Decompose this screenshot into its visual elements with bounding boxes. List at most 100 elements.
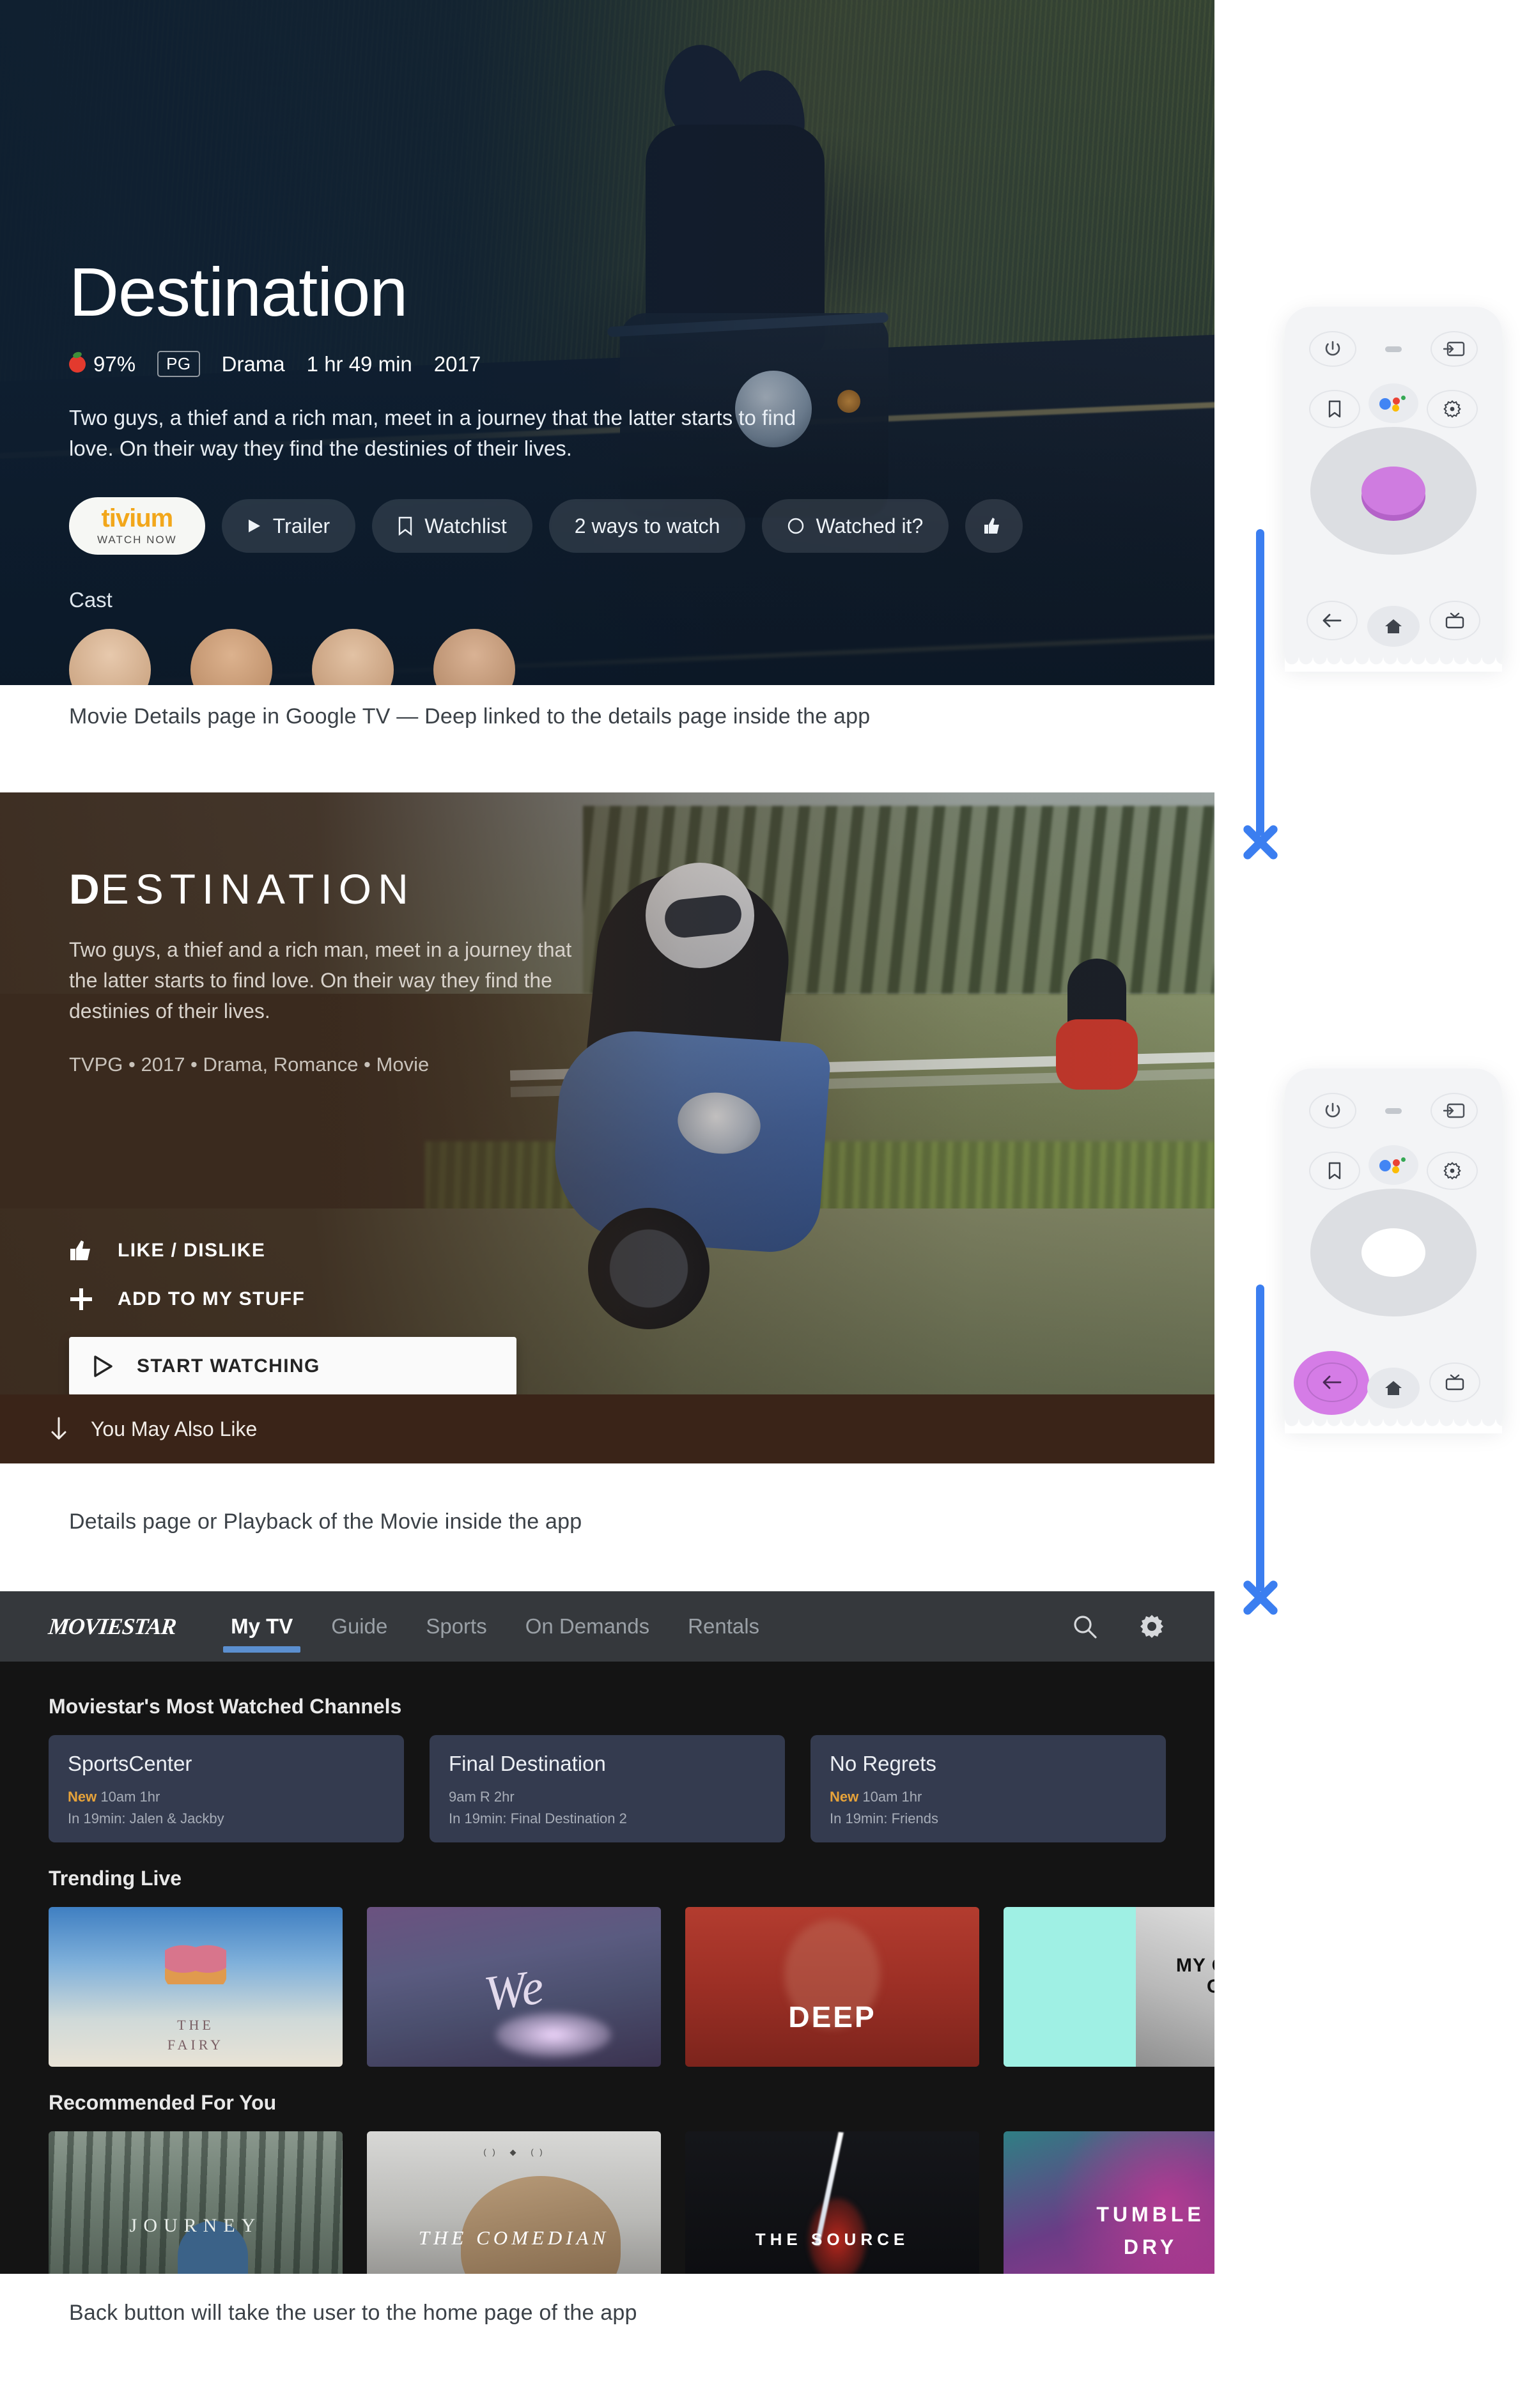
details-content: Destination 97% PG Drama 1 hr 49 min 201… <box>69 0 1023 685</box>
thumb-title: THE SOURCE <box>755 2230 910 2249</box>
avatar[interactable] <box>433 629 515 685</box>
tomato-icon <box>69 355 86 373</box>
avatar[interactable] <box>190 629 272 685</box>
cast-avatar-row <box>69 629 964 685</box>
ways-to-watch-button[interactable]: 2 ways to watch <box>548 499 746 553</box>
channel-time: 9am R 2hr <box>449 1789 515 1805</box>
tab-on-demands[interactable]: On Demands <box>506 1591 669 1662</box>
live-tv-icon[interactable] <box>1429 1362 1480 1402</box>
content-rating-badge: PG <box>157 351 200 378</box>
power-icon[interactable] <box>1309 1093 1356 1129</box>
recommended-thumb[interactable]: THE SOURCE <box>685 2131 979 2274</box>
google-tv-remote-top <box>1285 307 1502 672</box>
watch-now-button[interactable]: tivium WATCH NOW <box>69 497 205 555</box>
arrow-down-icon <box>49 1417 69 1441</box>
app-movie-title: DESTINATION <box>69 868 708 910</box>
tab-guide[interactable]: Guide <box>312 1591 407 1662</box>
remote-torn-edge <box>1285 658 1502 672</box>
bookmark-icon[interactable] <box>1309 390 1360 428</box>
channel-card[interactable]: Final Destination 9am R 2hr In 19min: Fi… <box>430 1735 785 1842</box>
google-tv-details-panel: Destination 97% PG Drama 1 hr 49 min 201… <box>0 0 1214 685</box>
thumb-title: We <box>481 1957 547 2022</box>
input-icon[interactable] <box>1431 1093 1478 1129</box>
navbar-icons <box>1071 1612 1166 1640</box>
plus-icon <box>69 1287 93 1311</box>
app-action-list: LIKE / DISLIKE ADD TO MY STUFF START WAT… <box>69 1240 529 1396</box>
watched-it-button[interactable]: Watched it? <box>762 499 949 553</box>
moviestar-app-panel: MOVIESTAR My TV Guide Sports On Demands … <box>0 1591 1214 2274</box>
input-icon[interactable] <box>1431 331 1478 367</box>
tab-sports[interactable]: Sports <box>407 1591 506 1662</box>
caption-panel-1: Movie Details page in Google TV — Deep l… <box>69 704 871 729</box>
trailer-button[interactable]: Trailer <box>221 499 356 553</box>
watchlist-button[interactable]: Watchlist <box>372 499 532 553</box>
thumb-title: JOURNEY <box>129 2215 262 2236</box>
home-icon[interactable] <box>1367 606 1420 647</box>
power-icon[interactable] <box>1309 331 1356 367</box>
channel-next: In 19min: Friends <box>830 1810 938 1827</box>
app-movie-description: Two guys, a thief and a rich man, meet i… <box>69 938 572 1023</box>
channel-card[interactable]: SportsCenter New 10am 1hr In 19min: Jale… <box>49 1735 404 1842</box>
tab-my-tv[interactable]: My TV <box>212 1591 312 1662</box>
gear-icon[interactable] <box>1427 1152 1478 1190</box>
new-badge: New <box>68 1789 97 1805</box>
trending-thumb[interactable]: MY CRAZY ONE <box>1004 1907 1214 2067</box>
google-tv-remote-bottom <box>1285 1069 1502 1433</box>
thumb-title: MY CRAZY ONE <box>1176 1955 1214 1997</box>
you-may-also-like-bar[interactable]: You May Also Like <box>0 1394 1214 1463</box>
trending-thumb[interactable]: We <box>367 1907 661 2067</box>
assistant-icon[interactable] <box>1369 383 1418 423</box>
app-movie-meta: TVPG • 2017 • Drama, Romance • Movie <box>69 1053 430 1076</box>
add-to-my-stuff-button[interactable]: ADD TO MY STUFF <box>69 1287 529 1311</box>
tab-rentals[interactable]: Rentals <box>669 1591 779 1662</box>
page-root: Destination 97% PG Drama 1 hr 49 min 201… <box>0 0 1520 2408</box>
channel-next: In 19min: Jalen & Jackby <box>68 1810 224 1827</box>
bookmark-icon[interactable] <box>1309 1152 1360 1190</box>
ok-button[interactable] <box>1361 1228 1425 1277</box>
avatar[interactable] <box>312 629 394 685</box>
recommended-thumb[interactable]: TUMBLE DRY <box>1004 2131 1214 2274</box>
assistant-icon[interactable] <box>1369 1145 1418 1185</box>
watch-now-label: WATCH NOW <box>97 534 177 546</box>
watchlist-label: Watchlist <box>424 514 507 537</box>
gear-icon[interactable] <box>1427 390 1478 428</box>
channel-card[interactable]: No Regrets New 10am 1hr In 19min: Friend… <box>810 1735 1166 1842</box>
remote-ir-indicator <box>1385 346 1402 352</box>
recommended-thumb[interactable]: ( ) ◆ ( ) THE COMEDIAN <box>367 2131 661 2274</box>
channel-time: 10am 1hr <box>100 1789 160 1805</box>
section-title-recommended: Recommended For You <box>49 2091 277 2114</box>
trending-thumb[interactable]: THE FAIRY <box>49 1907 343 2067</box>
back-icon-highlighted[interactable] <box>1307 1362 1358 1402</box>
thumbs-rating-button[interactable] <box>965 499 1023 553</box>
dpad[interactable] <box>1310 1189 1477 1316</box>
circle-icon <box>787 518 804 534</box>
trending-thumb[interactable]: DEEP <box>685 1907 979 2067</box>
like-dislike-button[interactable]: LIKE / DISLIKE <box>69 1240 529 1262</box>
channel-time: 10am 1hr <box>862 1789 922 1805</box>
back-icon[interactable] <box>1307 601 1358 640</box>
dpad[interactable] <box>1310 427 1477 555</box>
home-icon[interactable] <box>1367 1368 1420 1409</box>
thumb-title-line1: THE <box>177 2017 214 2034</box>
moviestar-logo[interactable]: MOVIESTAR <box>47 1613 178 1640</box>
thumb-title-line2: DRY <box>1123 2235 1178 2259</box>
gear-icon[interactable] <box>1138 1612 1166 1640</box>
thumbs-up-icon <box>69 1240 93 1262</box>
live-tv-icon[interactable] <box>1429 601 1480 640</box>
section-title-channels: Moviestar's Most Watched Channels <box>49 1695 402 1718</box>
you-may-also-like-label: You May Also Like <box>91 1417 258 1440</box>
ok-button-highlighted[interactable] <box>1361 467 1425 515</box>
app-title-rest: ESTINATION <box>100 865 415 913</box>
start-watching-button[interactable]: START WATCHING <box>69 1337 516 1396</box>
duration-text: 1 hr 49 min <box>306 351 412 376</box>
recommended-thumb[interactable]: JOURNEY <box>49 2131 343 2274</box>
action-button-row: tivium WATCH NOW Trailer Watchlist 2 way… <box>69 497 1023 555</box>
remote-torn-edge <box>1285 1419 1502 1433</box>
in-app-details-panel: DESTINATION Two guys, a thief and a rich… <box>0 792 1214 1463</box>
new-badge: New <box>830 1789 859 1805</box>
thumb-laurels: ( ) ◆ ( ) <box>483 2147 545 2157</box>
channel-now: 9am R 2hr <box>449 1786 766 1808</box>
avatar[interactable] <box>69 629 151 685</box>
thumbs-icon <box>983 516 1005 536</box>
search-icon[interactable] <box>1071 1613 1098 1640</box>
